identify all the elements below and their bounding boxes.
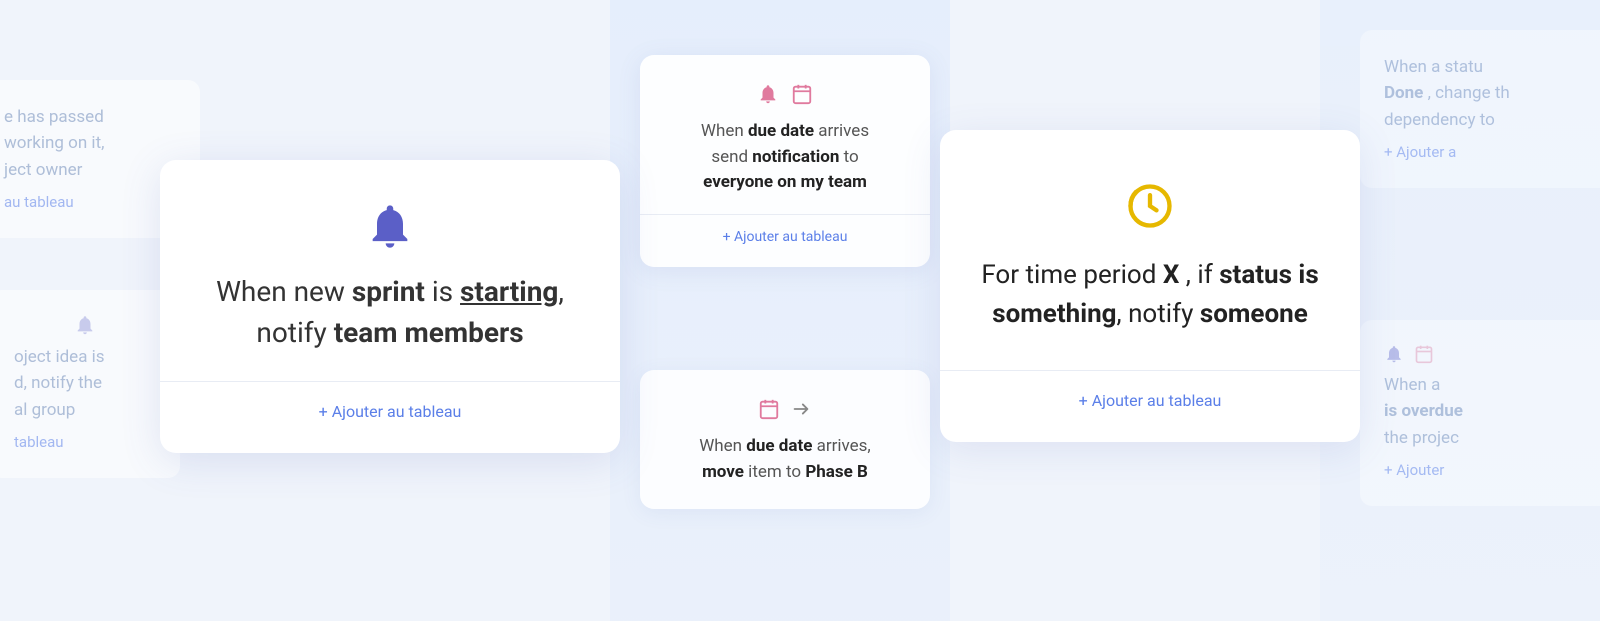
add-to-board-time-button[interactable]: + Ajouter au tableau xyxy=(980,391,1320,410)
arrow-right-icon xyxy=(790,398,812,420)
notify-calendar-icon xyxy=(791,83,813,105)
add-to-board-button[interactable]: + Ajouter au tableau xyxy=(200,402,580,421)
due-date-notify-text: When due date arrives send notification … xyxy=(664,119,906,196)
move-calendar-icon xyxy=(758,398,780,420)
ghost-card-left-bottom: oject idea is d, notify the al group tab… xyxy=(0,290,180,478)
bell-icon xyxy=(364,200,416,252)
ghost-bell-icon xyxy=(74,314,96,336)
sprint-card-text: When new sprint is starting, notify team… xyxy=(200,272,580,353)
ghost-left-bottom-text: oject idea is d, notify the al group tab… xyxy=(14,344,156,454)
icons-row xyxy=(664,83,906,105)
due-date-move-text: When due date arrives, move item to Phas… xyxy=(664,434,906,485)
card-divider-sm xyxy=(640,214,930,215)
sprint-notification-card: When new sprint is starting, notify team… xyxy=(160,160,620,453)
ghost-left-top-text: e has passed working on it, ject owner a… xyxy=(4,104,176,214)
clock-icon-container xyxy=(980,180,1320,232)
due-date-move-card: When due date arrives, move item to Phas… xyxy=(640,370,930,509)
time-period-divider xyxy=(940,370,1360,371)
bell-icon-container xyxy=(200,200,580,252)
due-date-notify-card: When due date arrives send notification … xyxy=(640,55,930,267)
add-to-board-notify-button[interactable]: + Ajouter au tableau xyxy=(664,229,906,245)
time-period-card: For time period X , if status is somethi… xyxy=(940,130,1360,442)
card-divider xyxy=(160,381,620,382)
time-period-text: For time period X , if status is somethi… xyxy=(980,256,1320,334)
move-icons-row xyxy=(664,398,906,420)
clock-icon xyxy=(1124,180,1176,232)
notify-bell-icon xyxy=(757,83,779,105)
